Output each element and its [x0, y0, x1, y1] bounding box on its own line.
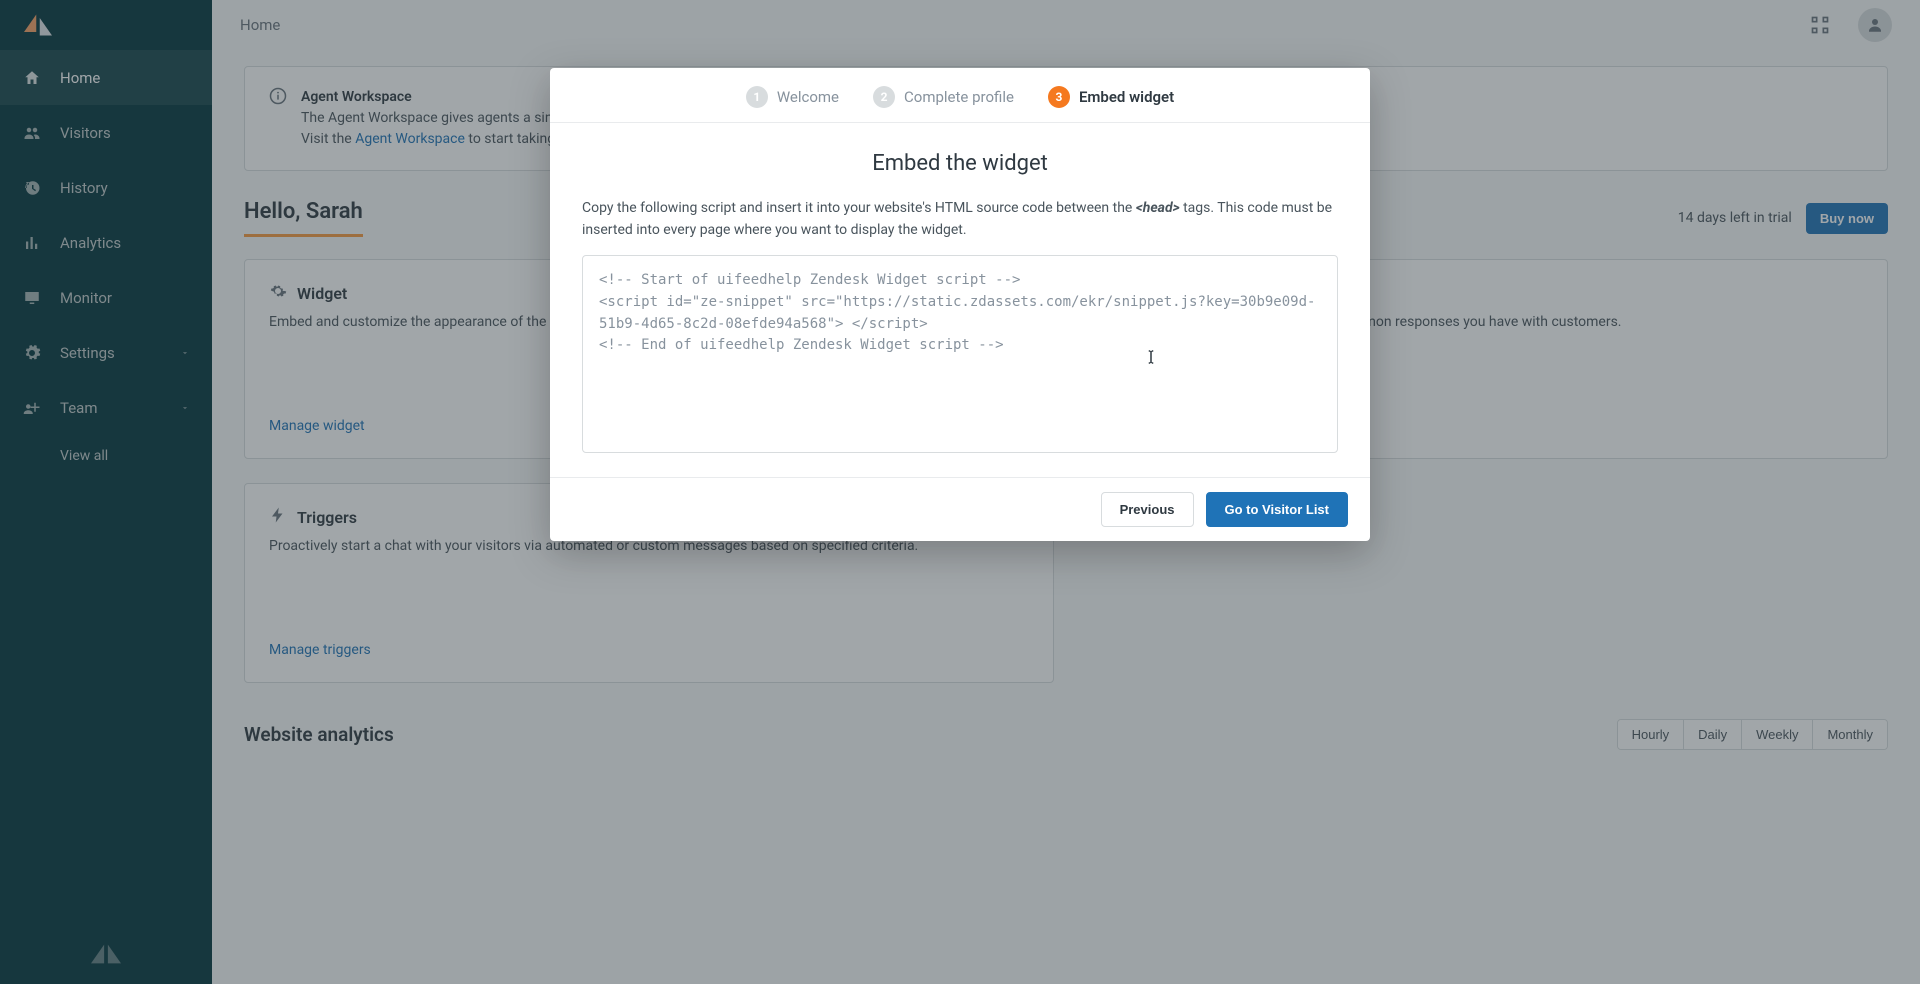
step-embed-widget: 3 Embed widget: [1048, 86, 1174, 108]
code-snippet-field[interactable]: [582, 255, 1338, 453]
go-visitor-list-button[interactable]: Go to Visitor List: [1206, 492, 1349, 527]
modal-stepper: 1 Welcome 2 Complete profile 3 Embed wid…: [550, 68, 1370, 123]
modal-title: Embed the widget: [582, 151, 1338, 176]
previous-button[interactable]: Previous: [1101, 492, 1194, 527]
onboarding-modal: 1 Welcome 2 Complete profile 3 Embed wid…: [550, 68, 1370, 541]
step-welcome: 1 Welcome: [746, 86, 839, 108]
modal-backdrop[interactable]: 1 Welcome 2 Complete profile 3 Embed wid…: [0, 0, 1920, 984]
modal-instruction: Copy the following script and insert it …: [582, 198, 1338, 241]
step-complete-profile: 2 Complete profile: [873, 86, 1014, 108]
